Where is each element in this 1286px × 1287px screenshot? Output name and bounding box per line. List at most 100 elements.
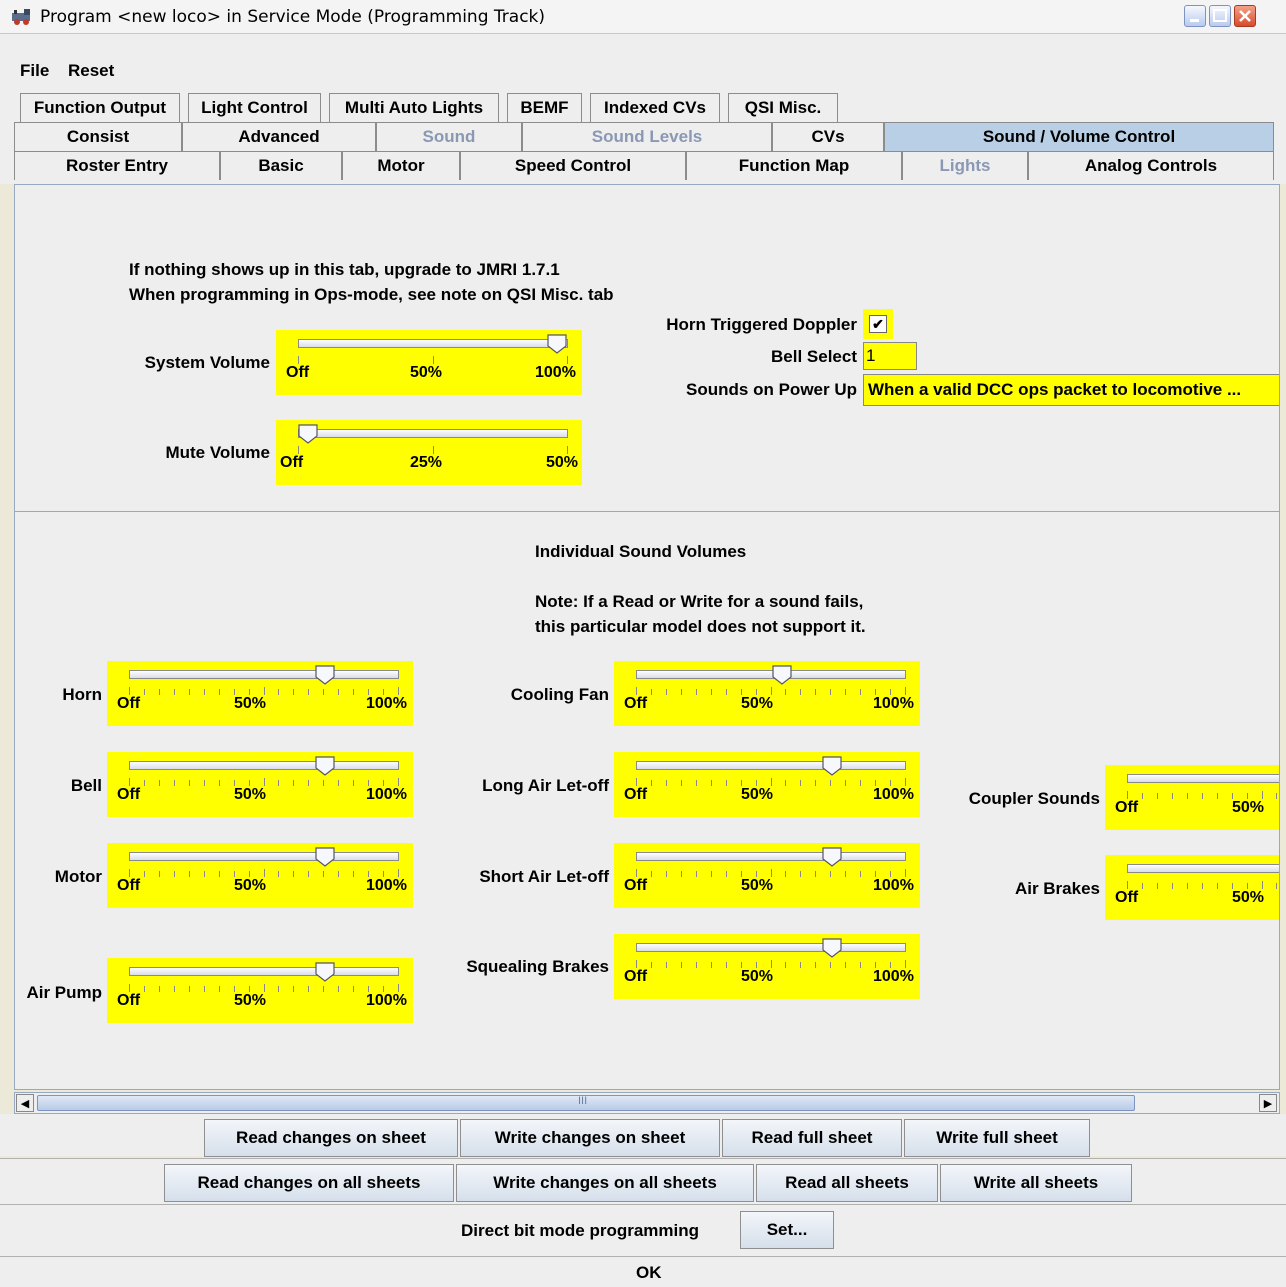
maximize-icon <box>1213 9 1227 22</box>
tick-label-min: Off <box>117 992 141 1009</box>
coupler-sounds-volume-slider[interactable]: Off 50% <box>1105 765 1279 830</box>
tab-speed-control[interactable]: Speed Control <box>460 151 686 180</box>
tick-label-mid: 50% <box>234 695 267 712</box>
mute-volume-slider[interactable]: Off 25% 50% <box>276 420 582 485</box>
read-changes-all-sheets-button[interactable]: Read changes on all sheets <box>164 1164 454 1202</box>
minimize-button[interactable] <box>1184 5 1206 27</box>
slider-ticks <box>636 960 906 968</box>
tab-indexed-cvs[interactable]: Indexed CVs <box>590 93 720 122</box>
tick-label-min: Off <box>286 364 310 381</box>
slider-thumb[interactable] <box>315 756 335 776</box>
slider-ticks <box>129 687 399 695</box>
horn-label: Horn <box>62 685 102 704</box>
tab-qsi-misc[interactable]: QSI Misc. <box>728 93 838 122</box>
sounds-power-up-select[interactable]: When a valid DCC ops packet to locomotiv… <box>863 374 1279 406</box>
upgrade-note: If nothing shows up in this tab, upgrade… <box>129 260 560 279</box>
tab-multi-auto-lights[interactable]: Multi Auto Lights <box>329 93 499 122</box>
long-air-letoff-volume-slider[interactable]: Off 50% 100% <box>614 752 920 817</box>
tick-label-mid: 50% <box>234 992 267 1009</box>
tab-basic[interactable]: Basic <box>220 151 342 180</box>
slider-ticks <box>129 984 399 992</box>
write-changes-all-sheets-button[interactable]: Write changes on all sheets <box>456 1164 754 1202</box>
tab-bemf[interactable]: BEMF <box>507 93 582 122</box>
slider-thumb[interactable] <box>772 665 792 685</box>
slider-track <box>298 339 568 348</box>
tick-label-mid: 50% <box>234 786 267 803</box>
tab-analog-controls[interactable]: Analog Controls <box>1028 151 1274 180</box>
status-text: OK <box>636 1263 662 1282</box>
bell-select-label: Bell Select <box>771 347 857 366</box>
tick-label-max: 100% <box>366 877 407 894</box>
slider-track <box>1127 864 1279 873</box>
tab-function-map[interactable]: Function Map <box>686 151 902 180</box>
tab-function-output[interactable]: Function Output <box>20 93 180 122</box>
slider-thumb[interactable] <box>315 962 335 982</box>
tick-label-mid: 50% <box>410 364 443 381</box>
sheet-button-row: Read changes on sheet Write changes on s… <box>0 1114 1286 1157</box>
horizontal-scrollbar[interactable]: ◀ III ▶ <box>14 1092 1280 1114</box>
minimize-icon <box>1190 19 1199 22</box>
tick-label-max: 100% <box>873 695 914 712</box>
tab-light-control[interactable]: Light Control <box>188 93 321 122</box>
slider-track <box>129 670 399 679</box>
slider-thumb[interactable] <box>315 665 335 685</box>
tick-label-max: 100% <box>366 786 407 803</box>
system-volume-label: System Volume <box>144 353 270 372</box>
close-button[interactable] <box>1234 5 1256 27</box>
slider-thumb[interactable] <box>315 847 335 867</box>
scroll-thumb[interactable]: III <box>37 1095 1135 1111</box>
motor-volume-slider[interactable]: Off 50% 100% <box>107 843 413 908</box>
write-full-sheet-button[interactable]: Write full sheet <box>904 1119 1090 1157</box>
maximize-button[interactable] <box>1209 5 1231 27</box>
failure-note-line2: this particular model does not support i… <box>535 617 866 636</box>
tick-label-max: 100% <box>873 877 914 894</box>
scroll-right-icon[interactable]: ▶ <box>1259 1094 1277 1112</box>
squealing-brakes-volume-slider[interactable]: Off 50% 100% <box>614 934 920 999</box>
slider-ticks <box>129 869 399 877</box>
menu-reset[interactable]: Reset <box>68 61 114 81</box>
tick-label-mid: 50% <box>741 786 774 803</box>
tick-label-mid: 50% <box>741 877 774 894</box>
tab-roster-entry[interactable]: Roster Entry <box>14 151 220 180</box>
slider-thumb[interactable] <box>822 756 842 776</box>
set-mode-button[interactable]: Set... <box>740 1211 834 1249</box>
horn-doppler-checkbox[interactable]: ✔ <box>869 315 887 333</box>
tick-label-min: Off <box>280 454 304 471</box>
tick-label-max: 100% <box>873 786 914 803</box>
read-all-sheets-button[interactable]: Read all sheets <box>756 1164 938 1202</box>
scroll-left-icon[interactable]: ◀ <box>16 1094 34 1112</box>
horn-doppler-checkbox-wrap: ✔ <box>863 309 893 339</box>
write-all-sheets-button[interactable]: Write all sheets <box>940 1164 1132 1202</box>
slider-ticks <box>298 446 568 454</box>
tab-content-panel: If nothing shows up in this tab, upgrade… <box>14 184 1280 1090</box>
title-gap <box>0 34 1286 58</box>
air-brakes-volume-slider[interactable]: Off 50% <box>1105 855 1279 920</box>
motor-label: Motor <box>54 867 102 886</box>
bell-select-field[interactable]: 1 <box>863 342 917 370</box>
cooling-fan-volume-slider[interactable]: Off 50% 100% <box>614 661 920 726</box>
tab-consist[interactable]: Consist <box>14 122 182 151</box>
read-full-sheet-button[interactable]: Read full sheet <box>722 1119 902 1157</box>
slider-thumb[interactable] <box>547 334 567 354</box>
write-changes-sheet-button[interactable]: Write changes on sheet <box>460 1119 720 1157</box>
slider-thumb[interactable] <box>822 847 842 867</box>
slider-thumb[interactable] <box>298 424 318 444</box>
slider-track <box>129 761 399 770</box>
tab-cvs[interactable]: CVs <box>772 122 884 151</box>
short-air-letoff-volume-slider[interactable]: Off 50% 100% <box>614 843 920 908</box>
slider-thumb[interactable] <box>822 938 842 958</box>
tick-label-max: 100% <box>366 695 407 712</box>
tab-advanced[interactable]: Advanced <box>182 122 376 151</box>
bell-volume-slider[interactable]: Off 50% 100% <box>107 752 413 817</box>
air-brakes-label: Air Brakes <box>1014 879 1100 898</box>
tick-label-max: 50% <box>546 454 579 471</box>
sounds-power-up-value: When a valid DCC ops packet to locomotiv… <box>868 380 1242 399</box>
horn-volume-slider[interactable]: Off 50% 100% <box>107 661 413 726</box>
air-pump-volume-slider[interactable]: Off 50% 100% <box>107 958 413 1023</box>
horn-doppler-label: Horn Triggered Doppler <box>666 315 857 334</box>
menu-file[interactable]: File <box>20 61 49 81</box>
tab-motor[interactable]: Motor <box>342 151 460 180</box>
tab-sound-volume-control[interactable]: Sound / Volume Control <box>884 122 1274 151</box>
system-volume-slider[interactable]: Off 50% 100% <box>276 330 582 395</box>
read-changes-sheet-button[interactable]: Read changes on sheet <box>204 1119 458 1157</box>
